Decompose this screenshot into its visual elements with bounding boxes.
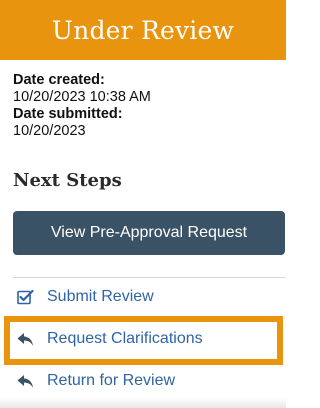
checkbox-edit-icon (16, 288, 34, 306)
reply-arrow-icon (16, 372, 34, 390)
date-created-value: 10/20/2023 10:38 AM (13, 89, 151, 105)
return-for-review-link[interactable]: Return for Review (16, 372, 175, 390)
return-for-review-label: Return for Review (47, 372, 176, 389)
submit-review-link[interactable]: Submit Review (16, 288, 154, 306)
date-submitted-value: 10/20/2023 (13, 123, 86, 139)
divider (13, 277, 286, 278)
bottom-edge (0, 398, 286, 408)
date-submitted-label: Date submitted: (13, 106, 123, 122)
highlight-box (4, 316, 283, 365)
next-steps-heading: Next Steps (13, 170, 122, 191)
submit-review-label: Submit Review (47, 288, 154, 305)
view-pre-approval-request-button[interactable]: View Pre-Approval Request (13, 211, 285, 255)
status-banner: Under Review (0, 0, 286, 60)
date-info: Date created: 10/20/2023 10:38 AM Date s… (13, 72, 151, 140)
date-created-label: Date created: (13, 72, 105, 88)
status-title: Under Review (51, 15, 235, 45)
